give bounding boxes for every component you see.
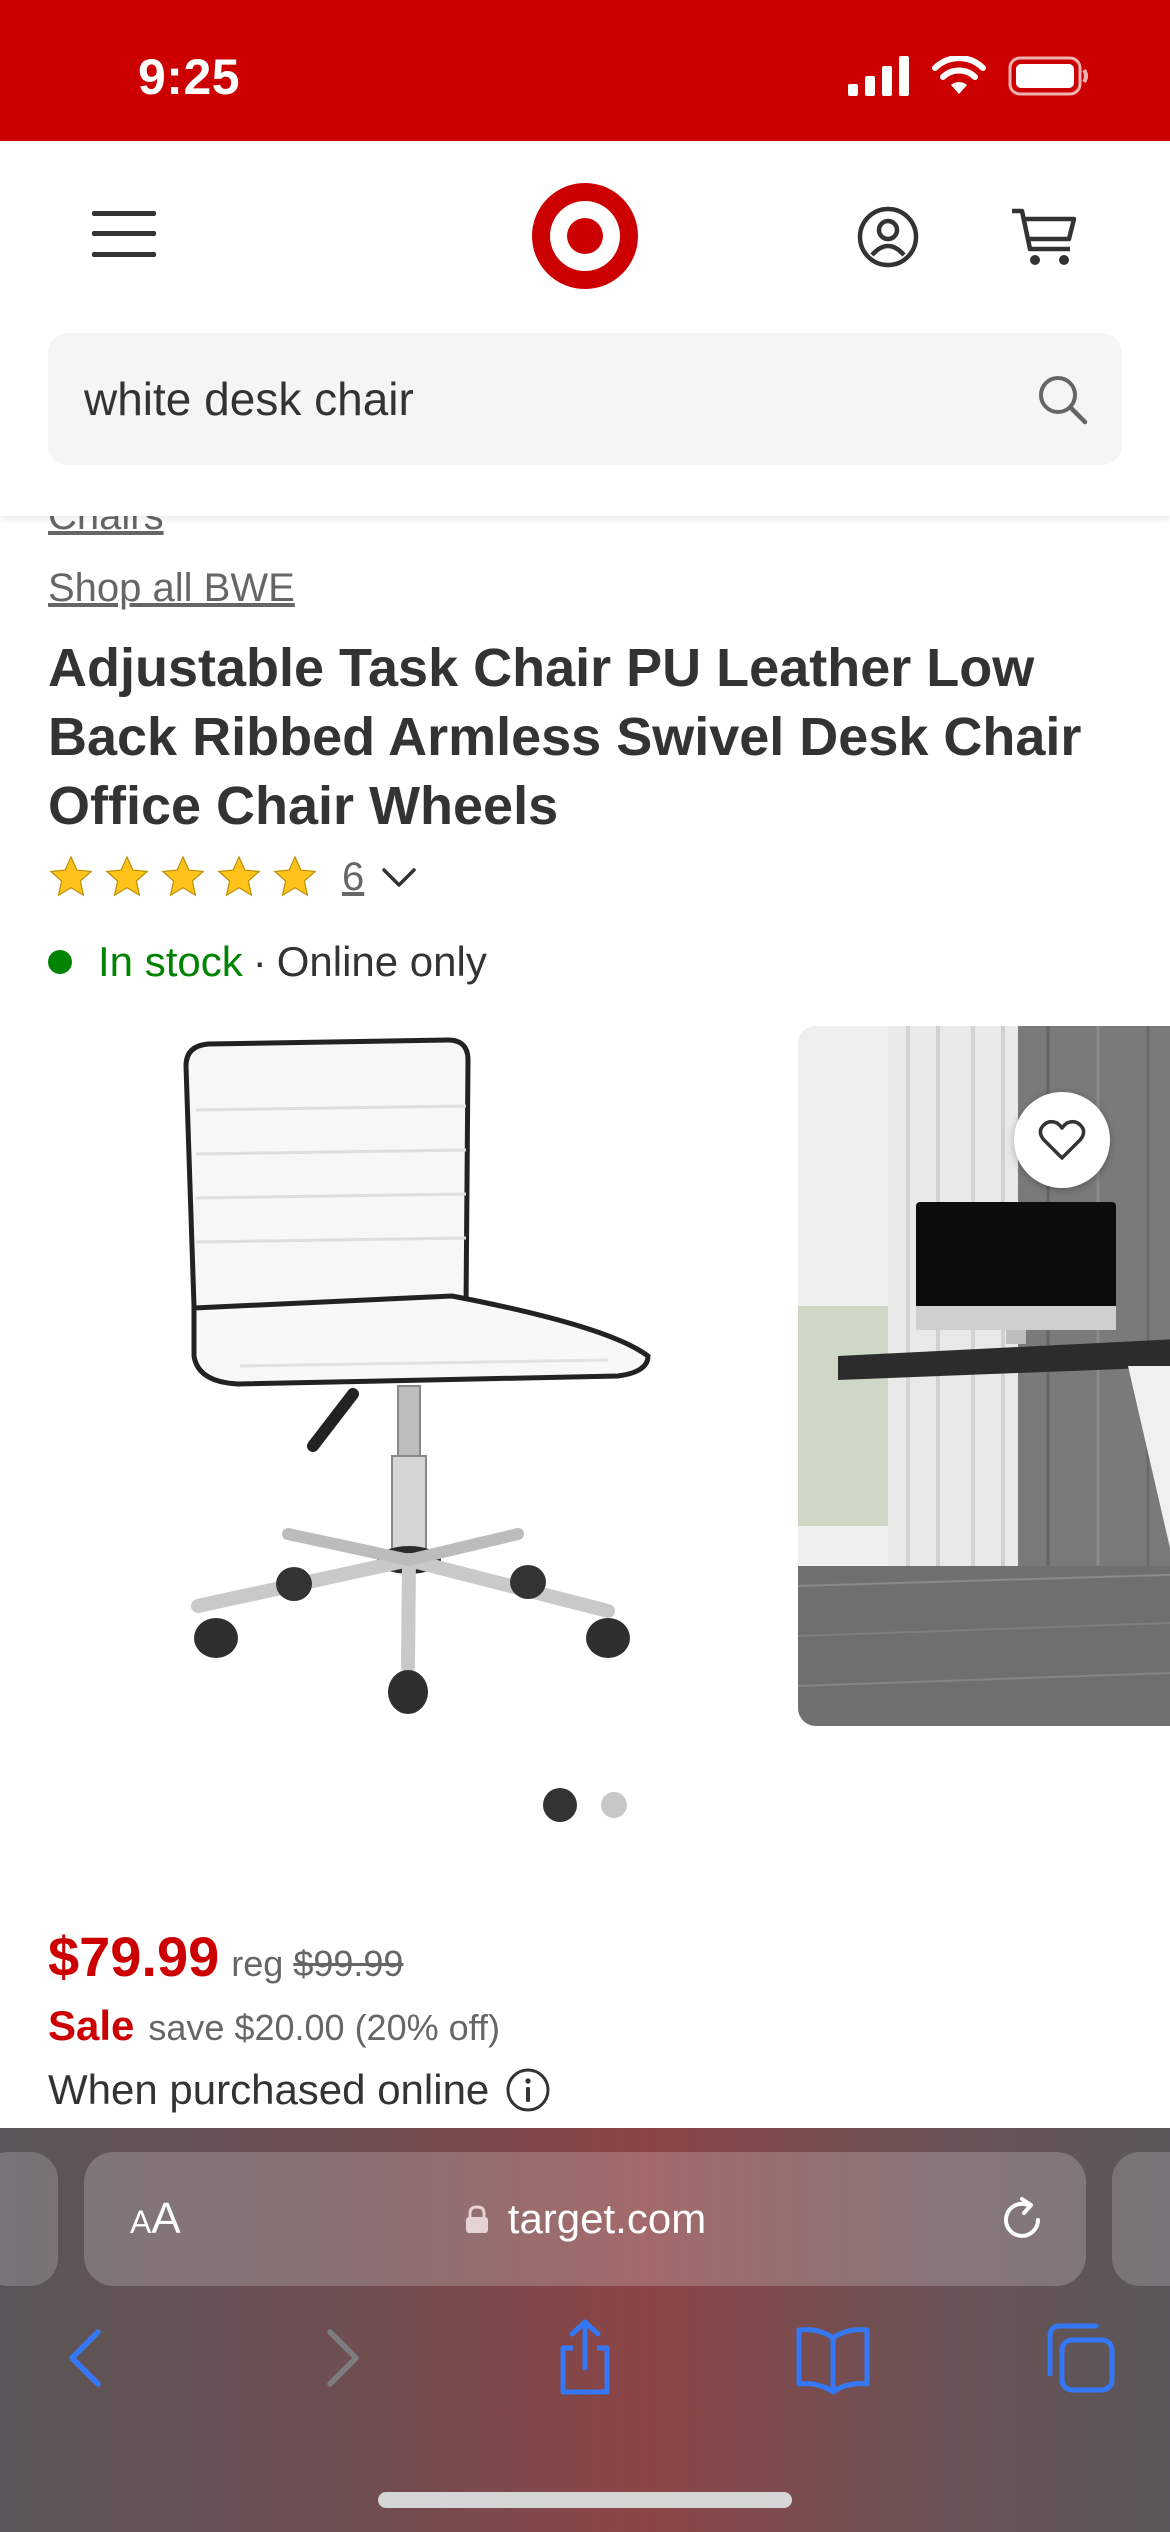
address-bar[interactable]: AA target.com: [84, 2152, 1086, 2286]
status-time: 9:25: [138, 49, 241, 105]
url-display[interactable]: target.com: [84, 2152, 1086, 2286]
stock-separator: ·: [252, 938, 267, 985]
search-box[interactable]: white desk chair: [48, 333, 1122, 465]
back-icon[interactable]: [48, 2318, 128, 2398]
in-stock-dot-icon: [48, 950, 72, 974]
stock-status-text: In stock: [98, 938, 243, 985]
target-logo-icon[interactable]: [532, 183, 638, 289]
info-icon[interactable]: [505, 2067, 551, 2113]
cart-icon[interactable]: [1010, 205, 1080, 269]
home-indicator[interactable]: [378, 2492, 792, 2508]
product-details: Chairs Shop all BWE Adjustable Task Chai…: [0, 516, 1170, 2128]
tabs-icon[interactable]: [1040, 2318, 1120, 2398]
star-icon: [161, 855, 205, 897]
star-rating: [48, 854, 318, 900]
heart-icon: [1038, 1119, 1086, 1160]
hamburger-menu-icon[interactable]: [92, 209, 156, 259]
next-tab-preview[interactable]: [1112, 2152, 1170, 2286]
star-icon: [217, 855, 261, 897]
product-image-chair[interactable]: [48, 1026, 778, 1726]
chevron-down-icon[interactable]: [378, 856, 420, 898]
site-header: [0, 141, 1170, 331]
shop-all-brand-link[interactable]: Shop all BWE: [48, 566, 295, 611]
product-title: Adjustable Task Chair PU Leather Low Bac…: [48, 638, 1082, 836]
bookmarks-icon[interactable]: [793, 2318, 873, 2398]
favorite-button[interactable]: [1014, 1092, 1110, 1188]
search-section: white desk chair: [0, 331, 1170, 516]
url-text: target.com: [507, 2195, 707, 2242]
battery-icon: [1008, 56, 1088, 96]
stock-status: In stock · Online only: [48, 938, 487, 986]
product-image-gallery[interactable]: [0, 1026, 1170, 1726]
room-illustration: [798, 1026, 1170, 1726]
previous-tab-preview[interactable]: [0, 2152, 58, 2286]
share-icon[interactable]: [545, 2318, 625, 2398]
rating-count-link[interactable]: 6: [342, 855, 364, 900]
account-icon[interactable]: [856, 205, 920, 269]
star-icon: [105, 855, 149, 897]
cellular-signal-icon: [848, 56, 909, 96]
stock-channel-text: Online only: [276, 938, 487, 985]
breadcrumb-chairs-link[interactable]: Chairs: [48, 516, 164, 539]
star-icon: [273, 855, 317, 897]
chair-illustration: [183, 1037, 651, 1714]
forward-icon[interactable]: [300, 2318, 380, 2398]
star-icon: [49, 855, 93, 897]
browser-chrome: AA target.com: [0, 2128, 1170, 2532]
lock-icon: [465, 2205, 488, 2233]
reload-icon[interactable]: [998, 2196, 1046, 2244]
search-icon[interactable]: [1036, 373, 1088, 425]
status-bar: 9:25: [0, 0, 1170, 141]
search-input[interactable]: white desk chair: [84, 333, 984, 465]
product-image-room[interactable]: [798, 1026, 1170, 1726]
wifi-icon: [932, 56, 986, 94]
browser-toolbar: [0, 2318, 1170, 2428]
status-icons: [848, 56, 1090, 96]
rating-summary[interactable]: 6: [48, 854, 420, 900]
